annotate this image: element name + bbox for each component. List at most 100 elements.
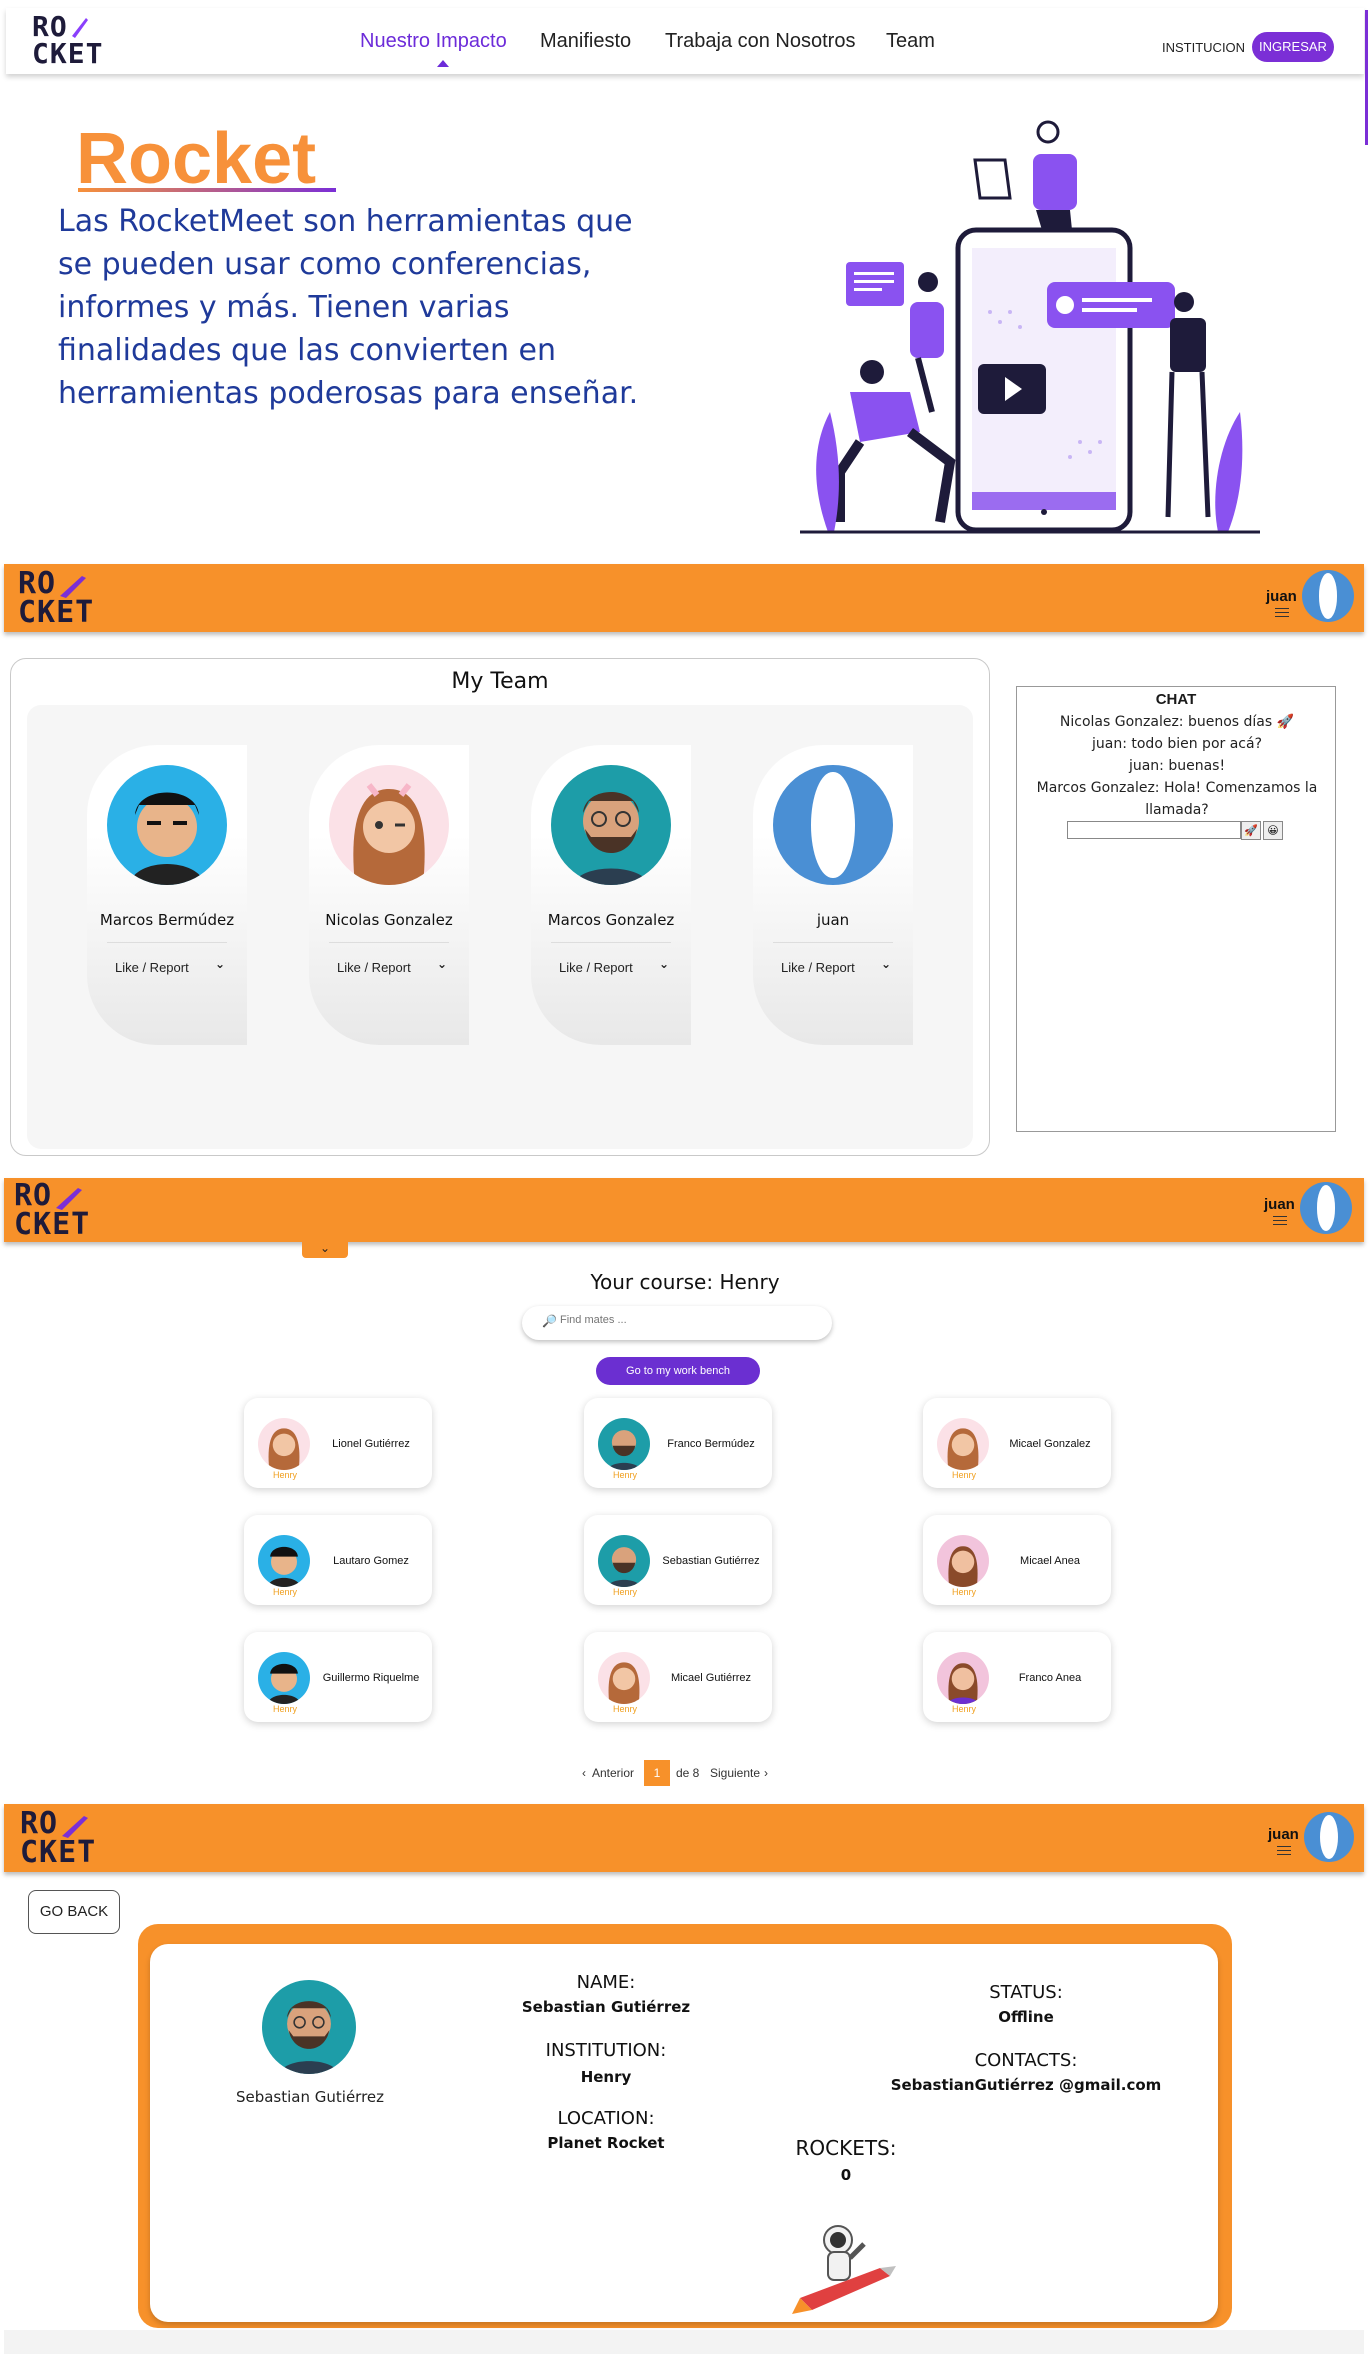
chat-message: Nicolas Gonzalez: buenos días 🚀 [1059,714,1295,730]
chat-message: Marcos Gonzalez: Hola! Comenzamos la lla… [1036,780,1318,818]
pager-prev[interactable]: Anterior [592,1766,634,1780]
status-value: Offline [998,2008,1054,2026]
mate-name: Sebastian Gutiérrez [662,1555,760,1567]
like-report-dropdown[interactable]: Like / Report [559,960,633,975]
rockets-label: ROCKETS: [795,2136,897,2160]
chat-panel: CHAT Nicolas Gonzalez: buenos días 🚀 jua… [1016,686,1336,1132]
rocket-logo-mark-icon [72,18,88,38]
user-avatar[interactable] [1300,1182,1352,1234]
logo-line-2: CKET [32,36,104,70]
user-avatar[interactable] [1304,1812,1354,1862]
rocket-logo-mark-icon [56,1188,82,1210]
profile-card: Sebastian Gutiérrez NAME: Sebastian Guti… [150,1944,1218,2322]
like-report-dropdown[interactable]: Like / Report [337,960,411,975]
mate-card[interactable]: Micael Anea Henry [923,1515,1111,1605]
woman-avatar-icon [948,1546,978,1587]
course-title: Your course: Henry [590,1270,780,1294]
mate-avatar [598,1652,650,1704]
mate-name: Franco Bermúdez [667,1438,755,1450]
pager-current-page[interactable]: 1 [644,1760,670,1786]
bearded-man-avatar-icon [279,2001,339,2074]
institucion-link[interactable]: INSTITUCION [1162,40,1245,55]
my-team-panel: My Team Marcos Bermúdez Like / Report ⌄ … [10,658,990,1156]
mate-avatar [937,1652,989,1704]
mate-name: Guillermo Riquelme [322,1672,420,1684]
mate-card[interactable]: Sebastian Gutiérrez Henry [584,1515,772,1605]
member-avatar[interactable] [107,765,227,885]
chat-message: juan: buenas! [1128,758,1226,774]
chevron-down-icon[interactable]: ⌄ [437,957,447,971]
mate-card[interactable]: Micael Gonzalez Henry [923,1398,1111,1488]
page-bottom-strip [4,2330,1364,2354]
member-name: Marcos Bermúdez [99,911,235,929]
member-name: Marcos Gonzalez [547,911,675,929]
team-member-card: Marcos Gonzalez Like / Report ⌄ [531,745,691,1045]
mate-name: Micael Anea [1020,1555,1080,1567]
name-label: NAME: [576,1972,636,1993]
mate-avatar [258,1418,310,1470]
mate-avatar [598,1535,650,1587]
find-mates-input[interactable] [560,1314,810,1326]
mate-card[interactable]: Lionel Gutiérrez Henry [244,1398,432,1488]
mate-card[interactable]: Franco Bermúdez Henry [584,1398,772,1488]
scroll-indicator [1365,10,1368,145]
emoji-picker-icon[interactable]: 😀 [1263,821,1283,840]
team-member-card: juan Like / Report ⌄ [753,745,913,1045]
user-avatar[interactable] [1302,570,1354,622]
mate-course: Henry [612,1587,637,1597]
woman-avatar-icon [353,783,425,885]
status-label: STATUS: [989,1982,1063,2003]
go-back-button[interactable]: GO BACK [28,1890,120,1934]
mate-avatar [937,1418,989,1470]
member-avatar[interactable] [773,765,893,885]
like-report-dropdown[interactable]: Like / Report [115,960,189,975]
contacts-label: CONTACTS: [974,2050,1078,2071]
mate-card[interactable]: Guillermo Riquelme Henry [244,1632,432,1722]
mate-course: Henry [272,1704,297,1714]
member-name: Nicolas Gonzalez [325,911,453,929]
chevron-left-icon[interactable]: ‹ [582,1766,586,1780]
bearded-man-avatar-icon [607,1547,641,1587]
send-rocket-icon[interactable]: 🚀 [1241,821,1261,840]
hamburger-menu-icon[interactable] [1275,608,1289,617]
app-header-3: RO CKET juan [4,1804,1364,1872]
nav-manifiesto[interactable]: Manifiesto [540,30,631,53]
rocket-logo-mark-icon [60,576,86,598]
landing-navbar: RO CKET Nuestro Impacto Manifiesto Traba… [6,8,1364,74]
username: juan [1264,1196,1295,1213]
team-member-card: Marcos Bermúdez Like / Report ⌄ [87,745,247,1045]
like-report-dropdown[interactable]: Like / Report [781,960,855,975]
bearded-man-avatar-icon [573,792,649,885]
contacts-value[interactable]: SebastianGutiérrez @gmail.com [886,2076,1166,2094]
chat-title: CHAT [1155,691,1197,708]
chat-message: juan: todo bien por acá? [1092,736,1262,752]
mate-course: Henry [272,1470,297,1480]
chat-message-input[interactable] [1067,821,1241,839]
mate-course: Henry [612,1470,637,1480]
mate-card[interactable]: Lautaro Gomez Henry [244,1515,432,1605]
pager-next[interactable]: Siguiente [710,1766,760,1780]
nav-trabaja-con-nosotros[interactable]: Trabaja con Nosotros [665,30,855,53]
chevron-down-icon[interactable]: ⌄ [659,957,669,971]
go-to-work-bench-button[interactable]: Go to my work bench [596,1357,760,1385]
team-members-area: Marcos Bermúdez Like / Report ⌄ Nicolas … [27,705,973,1149]
mate-avatar [937,1535,989,1587]
hamburger-menu-icon[interactable] [1277,1846,1291,1855]
chevron-down-icon[interactable]: ⌄ [215,957,225,971]
mate-card[interactable]: Micael Gutiérrez Henry [584,1632,772,1722]
mate-card[interactable]: Franco Anea Henry [923,1632,1111,1722]
username: juan [1268,1826,1299,1843]
nav-team[interactable]: Team [886,30,935,53]
member-avatar[interactable] [329,765,449,885]
nav-nuestro-impacto[interactable]: Nuestro Impacto [360,30,507,53]
profile-name-caption: Sebastian Gutiérrez [235,2088,385,2106]
chevron-down-icon[interactable]: ⌄ [302,1240,348,1258]
chevron-down-icon[interactable]: ⌄ [881,957,891,971]
hamburger-menu-icon[interactable] [1273,1216,1287,1225]
ingresar-button[interactable]: INGRESAR [1252,32,1334,62]
location-value: Planet Rocket [547,2134,665,2152]
active-nav-caret-icon [437,60,449,67]
hero-description: Las RocketMeet son herramientas que se p… [58,204,639,411]
chevron-right-icon[interactable]: › [764,1766,768,1780]
member-avatar[interactable] [551,765,671,885]
